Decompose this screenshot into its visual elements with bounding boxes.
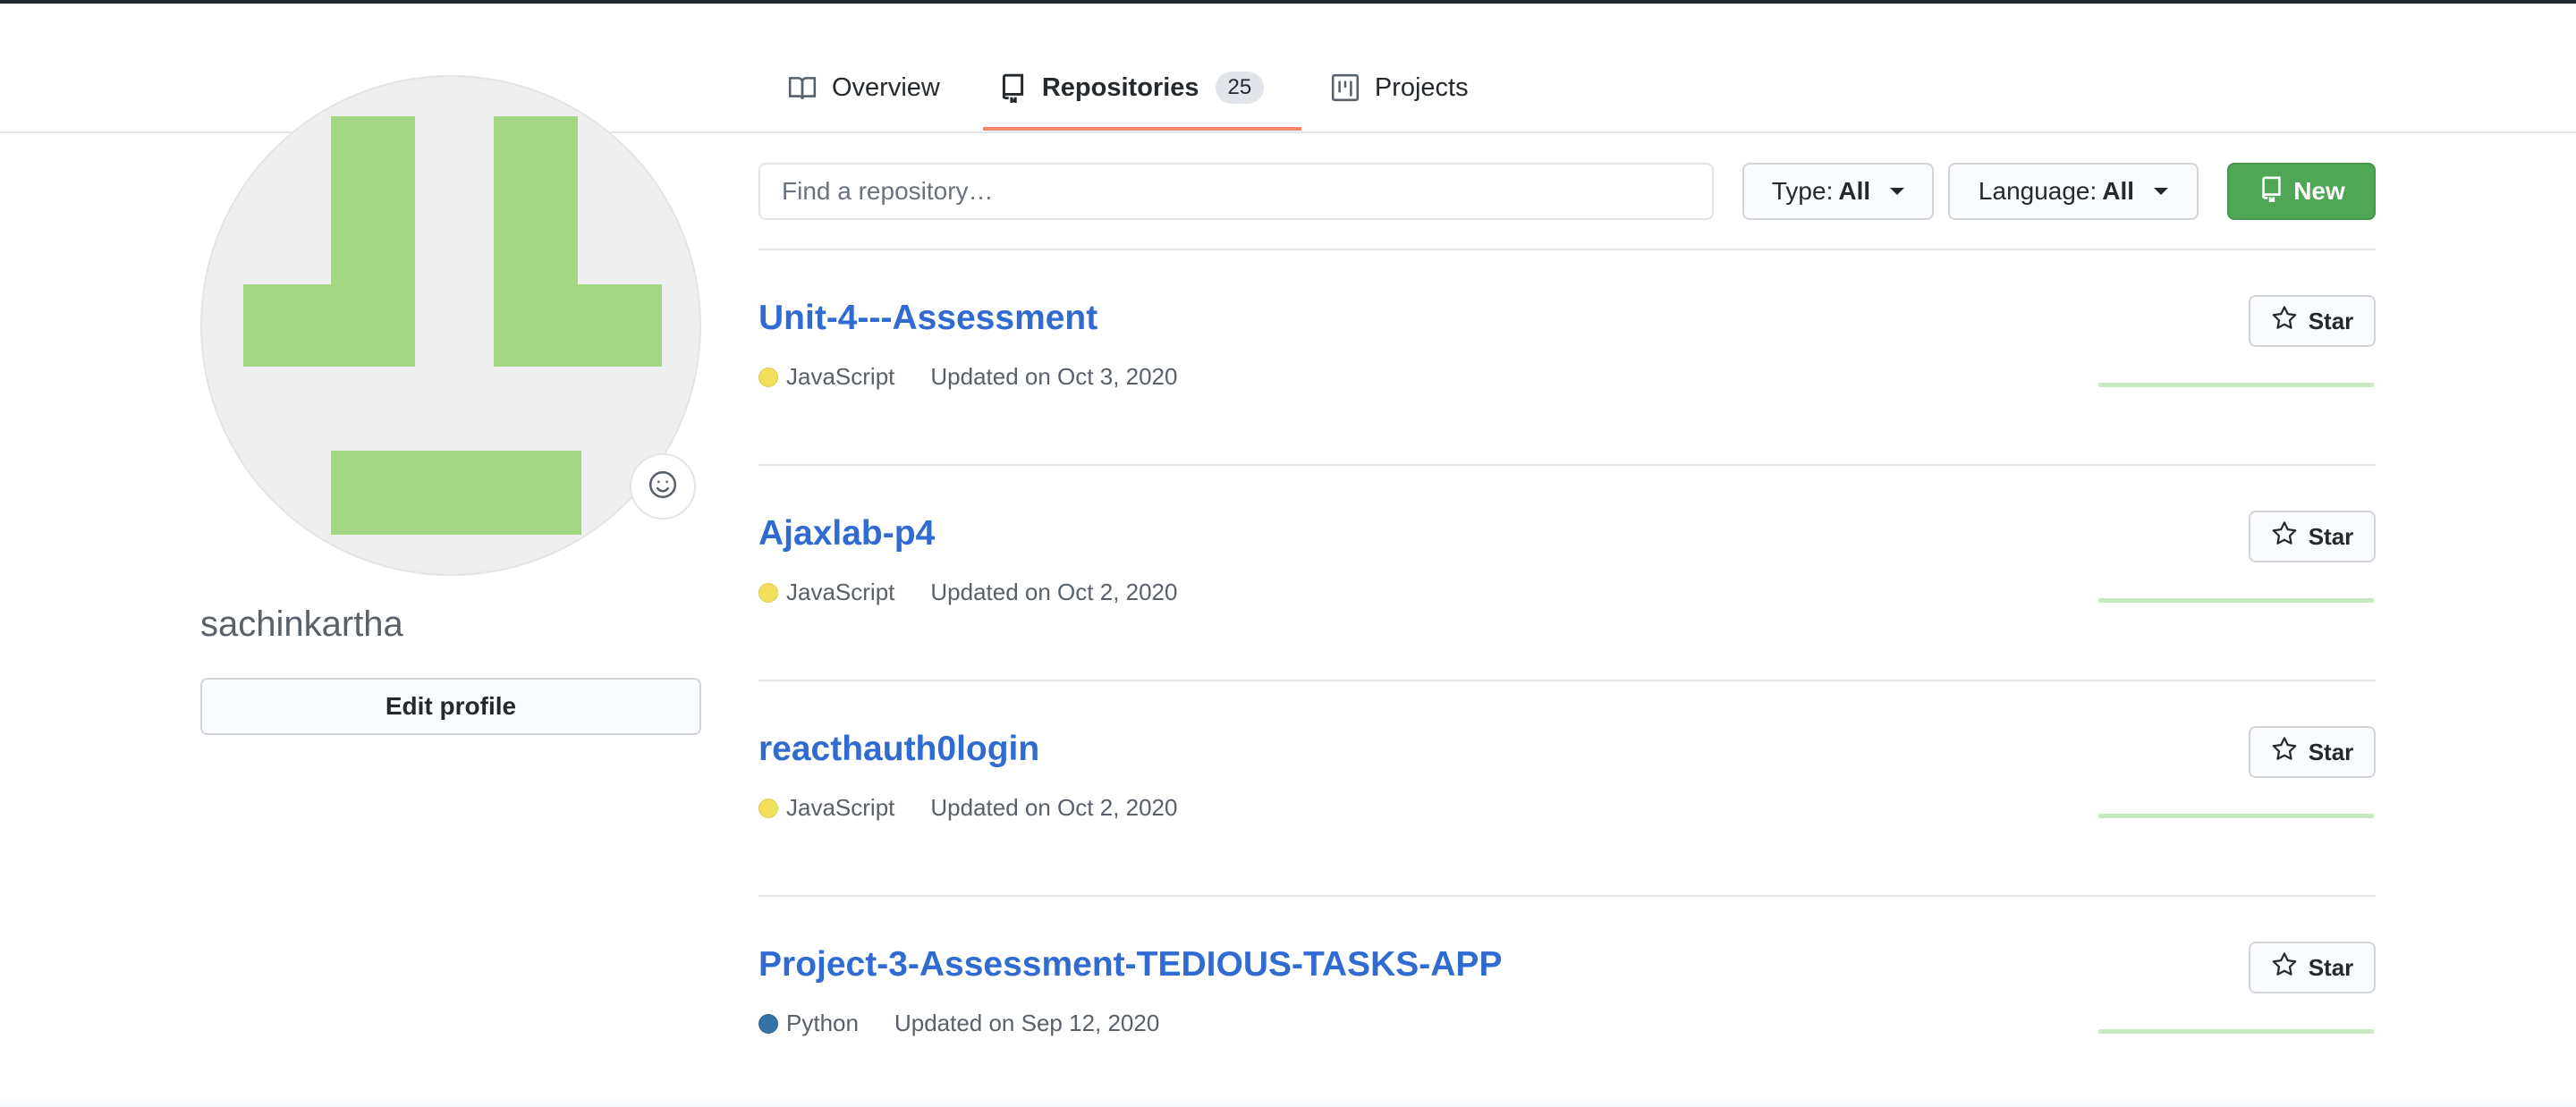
star-label: Star <box>2308 953 2354 981</box>
star-icon <box>2271 951 2298 984</box>
repo-updated: Updated on Sep 12, 2020 <box>894 1010 1160 1036</box>
activity-sparkline <box>2098 598 2374 603</box>
star-button[interactable]: Star <box>2249 511 2376 562</box>
language-color-dot <box>758 798 778 818</box>
repo-language: Python <box>786 1010 859 1036</box>
star-icon <box>2271 736 2298 769</box>
set-status-button[interactable] <box>630 453 696 520</box>
tab-projects-label: Projects <box>1374 72 1469 102</box>
star-label: Star <box>2308 522 2354 550</box>
language-color-dot <box>758 1013 778 1034</box>
star-label: Star <box>2308 307 2354 334</box>
star-icon <box>2271 305 2298 338</box>
tab-repositories-label: Repositories <box>1041 72 1199 102</box>
project-icon <box>1330 72 1360 103</box>
language-color-dot <box>758 367 778 387</box>
repo-name-link[interactable]: Ajaxlab-p4 <box>758 514 935 554</box>
smiley-icon <box>648 469 678 504</box>
repo-language: JavaScript <box>786 363 895 390</box>
new-repository-button[interactable]: New <box>2227 163 2376 220</box>
profile-tabs: Overview Repositories 25 Projects <box>773 54 1483 132</box>
repo-meta: Python Updated on Sep 12, 2020 <box>758 1010 1159 1037</box>
repo-list-item: Project-3-Assessment-TEDIOUS-TASKS-APP P… <box>758 895 2376 1096</box>
tab-overview-label: Overview <box>832 72 940 102</box>
repo-language: JavaScript <box>786 579 895 605</box>
repo-language: JavaScript <box>786 794 895 821</box>
repo-list-item: reacthauth0login JavaScript Updated on O… <box>758 680 2376 896</box>
star-label: Star <box>2308 738 2354 765</box>
tab-projects[interactable]: Projects <box>1316 54 1483 122</box>
caret-down-icon <box>2154 188 2169 195</box>
page-bottom-edge <box>0 1096 2576 1107</box>
activity-sparkline <box>2098 383 2374 387</box>
repo-meta: JavaScript Updated on Oct 2, 2020 <box>758 579 1177 606</box>
star-button[interactable]: Star <box>2249 295 2376 347</box>
type-filter-button[interactable]: Type: All <box>1742 163 1934 220</box>
repo-updated: Updated on Oct 3, 2020 <box>930 363 1178 390</box>
caret-down-icon <box>1890 188 1905 195</box>
avatar-identicon-block <box>494 284 662 367</box>
tab-repositories[interactable]: Repositories 25 <box>982 54 1301 131</box>
activity-sparkline <box>2098 814 2374 818</box>
repo-list-item: Ajaxlab-p4 JavaScript Updated on Oct 2, … <box>758 464 2376 680</box>
profile-username: sachinkartha <box>200 604 403 644</box>
avatar[interactable] <box>200 75 701 576</box>
language-color-dot <box>758 582 778 603</box>
star-button[interactable]: Star <box>2249 726 2376 778</box>
star-icon <box>2271 520 2298 554</box>
repositories-count-badge: 25 <box>1215 72 1265 104</box>
type-filter-label: Type: <box>1771 177 1834 205</box>
language-filter-label: Language: <box>1978 177 2097 205</box>
repo-updated: Updated on Oct 2, 2020 <box>930 579 1178 605</box>
repo-name-link[interactable]: reacthauth0login <box>758 730 1039 769</box>
repo-name-link[interactable]: Unit-4---Assessment <box>758 299 1097 338</box>
avatar-identicon-block <box>331 451 581 535</box>
repo-meta: JavaScript Updated on Oct 2, 2020 <box>758 794 1177 822</box>
repo-updated: Updated on Oct 2, 2020 <box>930 794 1178 821</box>
edit-profile-button[interactable]: Edit profile <box>200 678 701 735</box>
find-repository-input[interactable] <box>758 163 1714 220</box>
new-button-label: New <box>2293 177 2345 205</box>
language-filter-value: All <box>2102 177 2135 205</box>
repo-icon <box>997 72 1028 103</box>
top-header-bar <box>0 0 2576 4</box>
book-icon <box>787 72 818 103</box>
tab-overview[interactable]: Overview <box>773 54 954 122</box>
language-filter-button[interactable]: Language: All <box>1948 163 2199 220</box>
repo-icon <box>2258 175 2284 208</box>
repo-meta: JavaScript Updated on Oct 3, 2020 <box>758 363 1177 391</box>
repo-name-link[interactable]: Project-3-Assessment-TEDIOUS-TASKS-APP <box>758 945 1502 984</box>
avatar-identicon-block <box>243 284 415 367</box>
type-filter-value: All <box>1838 177 1871 205</box>
activity-sparkline <box>2098 1029 2374 1034</box>
repo-list-item: Unit-4---Assessment JavaScript Updated o… <box>758 249 2376 465</box>
star-button[interactable]: Star <box>2249 942 2376 993</box>
